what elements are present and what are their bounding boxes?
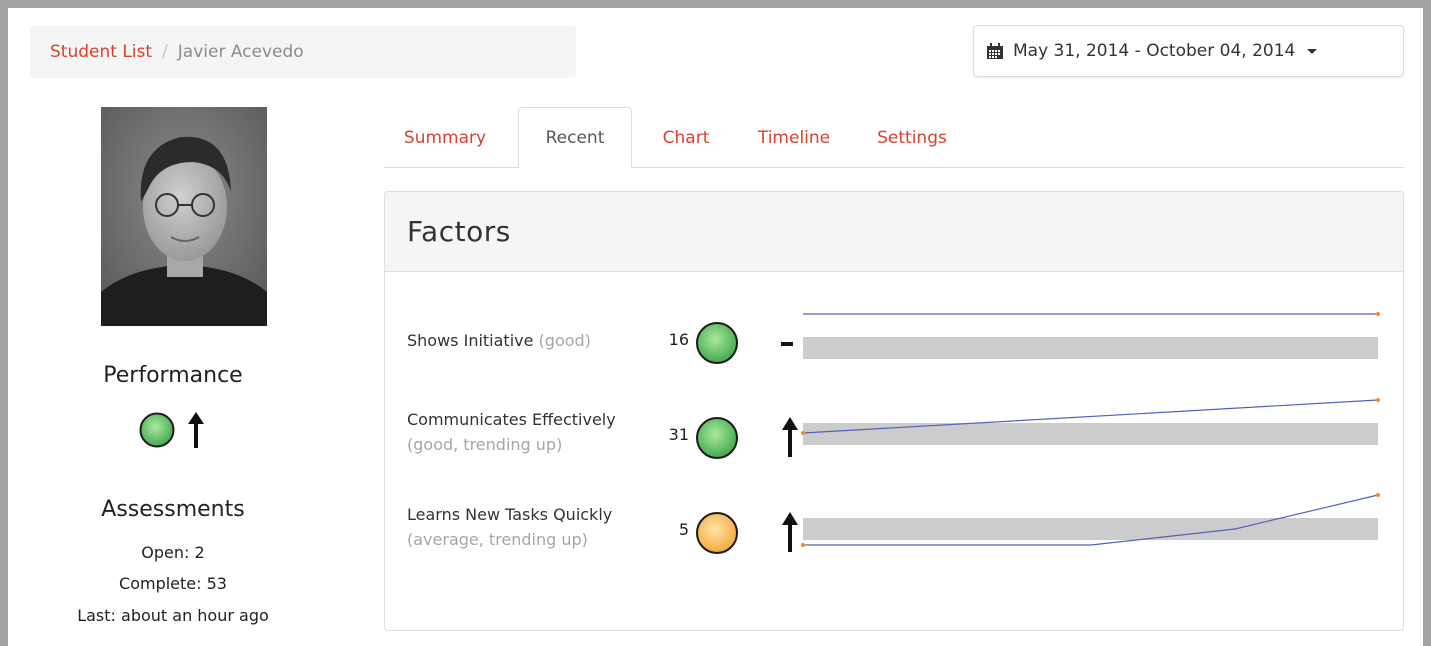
tab-timeline[interactable]: Timeline	[740, 107, 848, 168]
sparkline-band	[803, 423, 1378, 445]
date-range-label: May 31, 2014 - October 04, 2014	[1013, 41, 1296, 61]
factor-label: Shows Initiative (good)	[407, 328, 591, 353]
factor-sparkline	[801, 493, 1380, 547]
tab-chart[interactable]: Chart	[642, 107, 730, 168]
tab-settings[interactable]: Settings	[858, 107, 966, 168]
sparkline-band	[803, 337, 1378, 359]
factor-qualifier: (good)	[538, 331, 591, 350]
breadcrumb-student-list-link[interactable]: Student List	[50, 42, 152, 62]
average-status-circle-icon	[696, 512, 738, 554]
page: Student List / Javier Acevedo May 31, 20…	[8, 8, 1423, 646]
date-range-picker[interactable]: May 31, 2014 - October 04, 2014	[973, 25, 1404, 77]
sparkline-start-dot	[801, 543, 805, 547]
arrow-up-icon	[188, 412, 204, 448]
performance-status	[28, 406, 318, 454]
factor-row: Learns New Tasks Quickly (average, trend…	[407, 482, 1397, 562]
factors-panel: Factors Shows Initiative (good) 16 Commu…	[384, 191, 1404, 631]
sparkline-band	[803, 518, 1378, 540]
performance-title: Performance	[103, 363, 243, 388]
factor-row: Communicates Effectively (good, trending…	[407, 387, 1397, 467]
assessments-title: Assessments	[101, 497, 245, 522]
factor-qualifier: (average, trending up)	[407, 530, 588, 549]
factor-qualifier: (good, trending up)	[407, 435, 563, 454]
arrow-up-icon	[782, 417, 798, 457]
sparkline-start-dot	[801, 431, 805, 435]
factor-label: Learns New Tasks Quickly (average, trend…	[407, 502, 612, 552]
factor-count: 16	[668, 330, 689, 349]
arrow-up-icon	[782, 512, 798, 552]
calendar-icon	[987, 42, 1003, 59]
factor-sparkline	[803, 312, 1380, 359]
good-status-circle-icon	[696, 417, 738, 459]
sparkline-end-dot	[1376, 398, 1380, 402]
tab-bar: Summary Recent Chart Timeline Settings	[384, 107, 1404, 169]
tab-recent[interactable]: Recent	[518, 107, 632, 169]
factor-label: Communicates Effectively (good, trending…	[407, 407, 616, 457]
factor-name: Learns New Tasks Quickly	[407, 505, 613, 524]
student-photo	[101, 107, 267, 326]
factor-name: Shows Initiative	[407, 331, 534, 350]
breadcrumb-separator: /	[162, 42, 168, 62]
factor-count: 5	[678, 520, 689, 539]
breadcrumb: Student List / Javier Acevedo	[30, 26, 576, 78]
sparkline-end-dot	[1376, 493, 1380, 497]
factor-count: 31	[668, 425, 689, 444]
panel-title: Factors	[385, 192, 1403, 272]
assessments-last: Last: about an hour ago	[77, 606, 269, 625]
assessments-open: Open: 2	[141, 543, 205, 562]
assessments-complete: Complete: 53	[119, 574, 227, 593]
factor-row: Shows Initiative (good) 16	[407, 292, 1397, 372]
trend-flat-icon	[781, 342, 793, 346]
sparkline-end-dot	[1376, 312, 1380, 316]
tab-summary[interactable]: Summary	[384, 107, 506, 168]
good-status-circle-icon	[696, 322, 738, 364]
student-photo-icon	[101, 107, 267, 326]
breadcrumb-current-student: Javier Acevedo	[177, 42, 304, 62]
chevron-down-icon	[1307, 48, 1318, 54]
good-status-circle-icon	[139, 412, 175, 448]
factor-name: Communicates Effectively	[407, 410, 616, 429]
factor-sparkline	[801, 398, 1380, 445]
